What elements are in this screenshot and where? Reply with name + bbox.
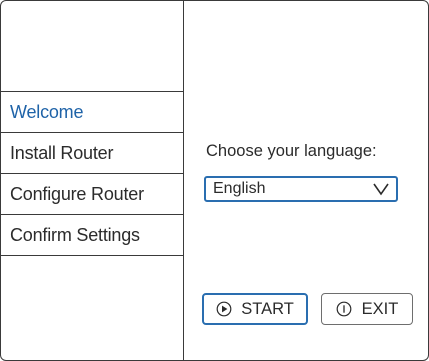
info-circle-icon: [336, 301, 352, 317]
step-nav: Welcome Install Router Configure Router …: [1, 91, 183, 256]
sidebar-item-configure-router[interactable]: Configure Router: [1, 174, 183, 215]
language-select-value: English: [213, 180, 266, 197]
exit-button-label: EXIT: [361, 299, 399, 318]
chevron-down-icon: [373, 183, 389, 196]
main-panel: Choose your language: English START EXIT: [184, 1, 428, 360]
sidebar-item-label: Configure Router: [10, 183, 144, 204]
sidebar-item-label: Install Router: [10, 142, 114, 163]
play-circle-icon: [216, 301, 232, 317]
sidebar-item-confirm-settings[interactable]: Confirm Settings: [1, 215, 183, 256]
installer-window: Welcome Install Router Configure Router …: [0, 0, 429, 361]
language-select[interactable]: English: [204, 176, 398, 202]
sidebar-item-label: Confirm Settings: [10, 224, 140, 245]
sidebar-item-install-router[interactable]: Install Router: [1, 133, 183, 174]
sidebar-item-label: Welcome: [10, 101, 84, 122]
language-prompt: Choose your language:: [206, 142, 377, 160]
start-button-label: START: [241, 299, 294, 318]
exit-button[interactable]: EXIT: [321, 293, 413, 325]
start-button[interactable]: START: [202, 293, 308, 325]
sidebar-item-welcome[interactable]: Welcome: [1, 92, 183, 133]
sidebar: Welcome Install Router Configure Router …: [1, 1, 184, 360]
